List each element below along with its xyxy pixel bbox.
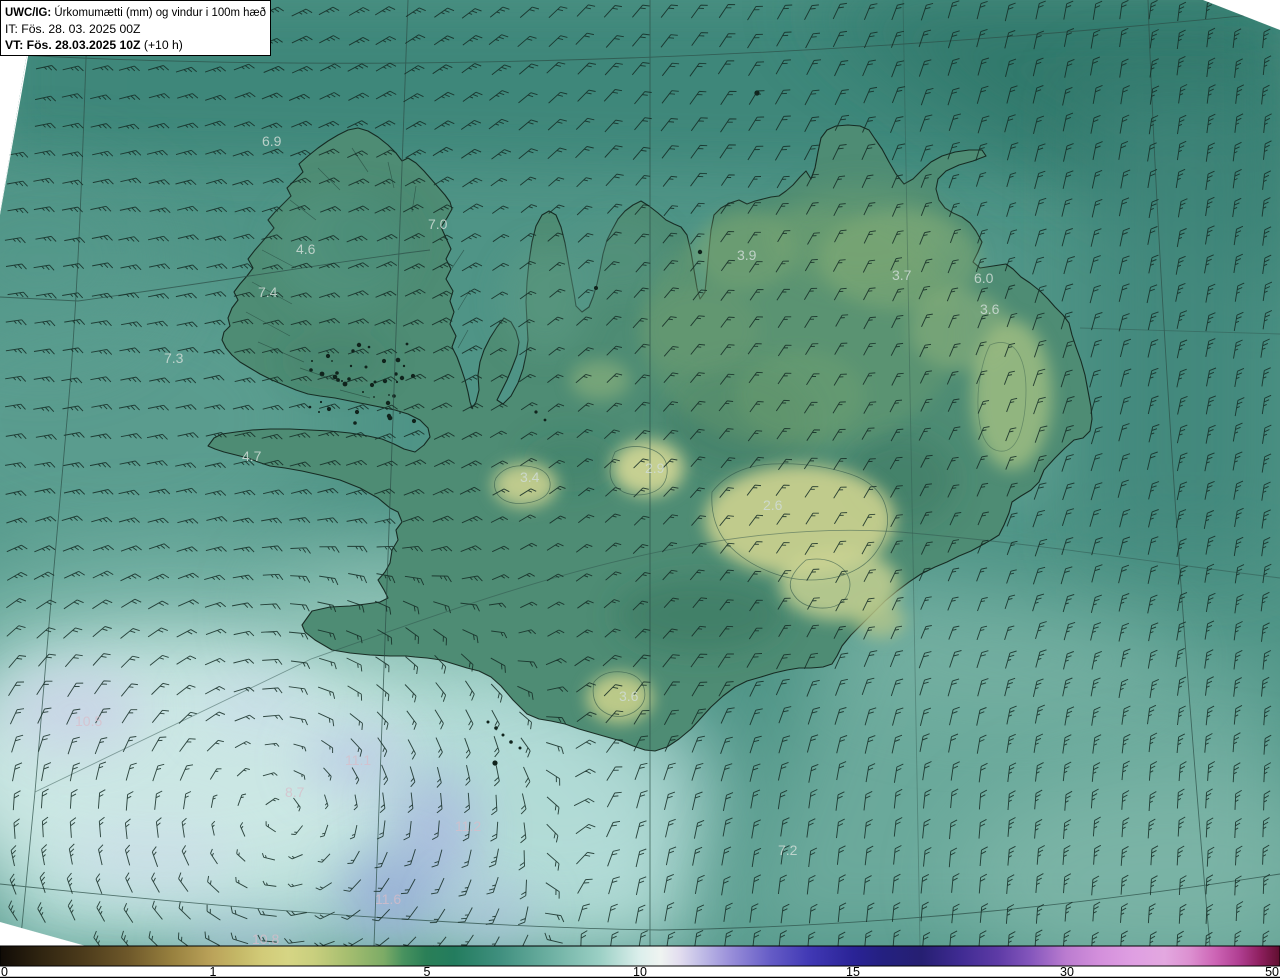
svg-text:3.9: 3.9 [737, 247, 757, 263]
svg-text:3.7: 3.7 [892, 267, 912, 283]
svg-text:1: 1 [210, 965, 217, 978]
svg-text:VT: Fös. 28.03.2025 10Z (+10 h: VT: Fös. 28.03.2025 10Z (+10 h) [5, 38, 183, 52]
svg-text:10.5: 10.5 [75, 713, 102, 729]
svg-text:IT: Fös. 28. 03. 2025 00Z: IT: Fös. 28. 03. 2025 00Z [5, 22, 141, 36]
svg-text:3.4: 3.4 [520, 469, 540, 485]
svg-text:7.3: 7.3 [164, 350, 184, 366]
svg-text:4.7: 4.7 [242, 448, 262, 464]
svg-text:11.2: 11.2 [455, 818, 481, 834]
svg-text:6.9: 6.9 [262, 133, 282, 149]
svg-text:8.7: 8.7 [285, 784, 305, 800]
svg-text:6.0: 6.0 [974, 270, 994, 286]
svg-text:7.4: 7.4 [258, 284, 278, 300]
svg-text:7.0: 7.0 [428, 216, 448, 232]
svg-text:10: 10 [633, 965, 647, 978]
svg-text:10.8: 10.8 [252, 931, 279, 947]
svg-text:30: 30 [1060, 965, 1074, 978]
svg-text:11.6: 11.6 [375, 891, 401, 907]
svg-text:50: 50 [1265, 965, 1279, 978]
svg-text:4.6: 4.6 [296, 241, 316, 257]
svg-text:11.1: 11.1 [345, 752, 371, 768]
svg-text:2.6: 2.6 [763, 497, 783, 513]
svg-text:3.6: 3.6 [980, 301, 1000, 317]
svg-text:3.6: 3.6 [619, 688, 639, 704]
svg-text:2.9: 2.9 [645, 460, 665, 476]
svg-text:0: 0 [1, 965, 8, 978]
svg-text:7.2: 7.2 [778, 842, 798, 858]
svg-text:15: 15 [846, 965, 860, 978]
svg-text:5: 5 [424, 965, 431, 978]
svg-text:UWC/IG: Úrkomumætti (mm) og vi: UWC/IG: Úrkomumætti (mm) og vindur i 100… [5, 4, 266, 19]
